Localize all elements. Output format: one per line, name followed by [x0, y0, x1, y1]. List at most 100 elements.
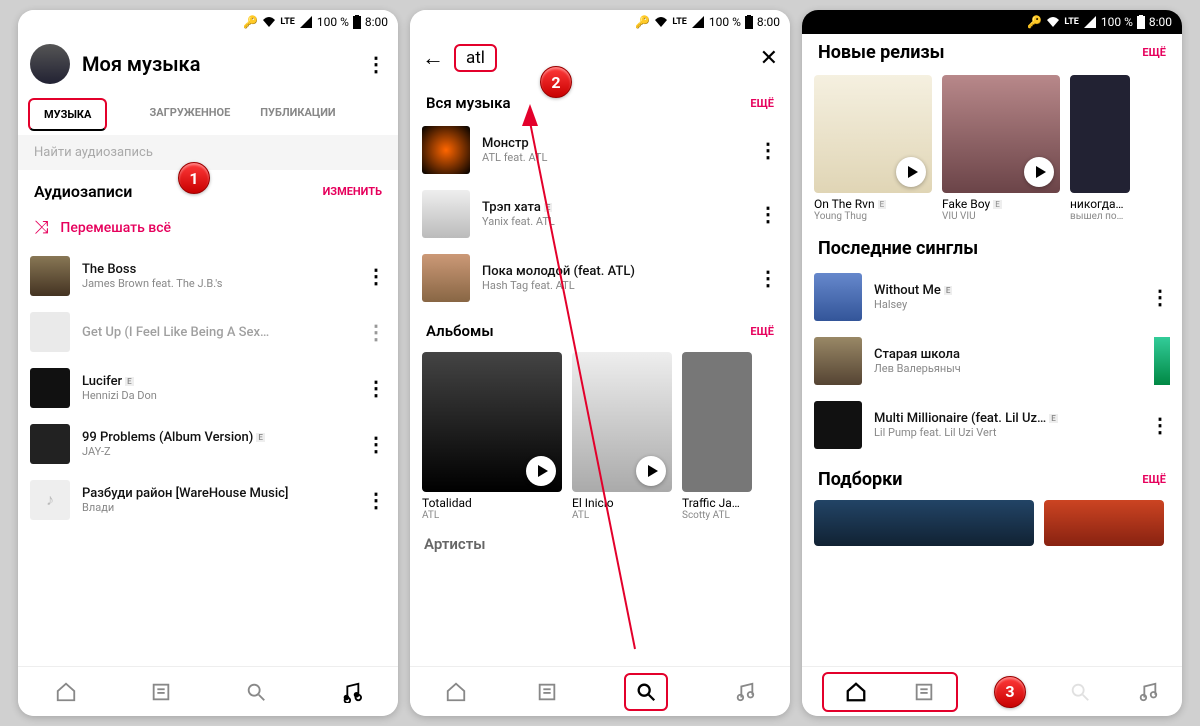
- release-artist: VIU VIU: [942, 211, 1060, 222]
- track-more-icon[interactable]: ⋮: [366, 432, 386, 456]
- shuffle-label: Перемешать всё: [60, 220, 171, 236]
- battery-label: 100 %: [317, 15, 349, 29]
- track-art: [814, 401, 862, 449]
- track-row[interactable]: 99 Problems (Album Version)E JAY-Z ⋮: [18, 416, 398, 472]
- section-audio: Аудиозаписи: [34, 182, 132, 201]
- tab-posts[interactable]: ПУБЛИКАЦИИ: [252, 98, 343, 131]
- pick-card[interactable]: [1044, 500, 1164, 546]
- section-singles: Последние синглы: [818, 238, 978, 259]
- track-row[interactable]: Трэп хатаEYanix feat. ATL ⋮: [410, 182, 790, 246]
- tab-downloaded[interactable]: ЗАГРУЖЕННОЕ: [141, 98, 238, 131]
- more-link[interactable]: ЕЩЁ: [750, 325, 774, 338]
- nav-search-icon[interactable]: [242, 678, 270, 706]
- screen-3: 🔑 LTE 100 % 8:00 Новые релизы ЕЩЁ On The…: [802, 10, 1182, 716]
- nav-playlist-icon[interactable]: [147, 678, 175, 706]
- avatar[interactable]: [30, 44, 70, 84]
- track-row[interactable]: Multi Millionaire (feat. Lil Uz…ELil Pum…: [802, 393, 1182, 457]
- track-art: [814, 337, 862, 385]
- signal-icon: [691, 16, 705, 28]
- play-icon[interactable]: [1024, 157, 1054, 187]
- album-artist: Scotty ATL: [682, 510, 752, 521]
- track-artist: James Brown feat. The J.B.'s: [82, 277, 354, 290]
- track-artist: Hennizi Da Don: [82, 389, 354, 402]
- search-input[interactable]: Найти аудиозапись: [18, 135, 398, 170]
- album-card[interactable]: El Inicio ATL: [572, 352, 672, 521]
- track-art: [422, 126, 470, 174]
- album-card[interactable]: Traffic Ja… Scotty ATL: [682, 352, 752, 521]
- back-icon[interactable]: ←: [422, 45, 444, 71]
- nav-music-icon[interactable]: [731, 678, 759, 706]
- bottom-nav: 3: [802, 666, 1182, 716]
- track-more-icon[interactable]: ⋮: [758, 202, 778, 226]
- release-card[interactable]: Fake BoyE VIU VIU: [942, 75, 1060, 222]
- track-more-icon[interactable]: ⋮: [1150, 413, 1170, 437]
- nav-home-icon[interactable]: [52, 678, 80, 706]
- bottom-nav: [410, 666, 790, 716]
- signal-icon: [299, 16, 313, 28]
- track-more-icon[interactable]: ⋮: [366, 264, 386, 288]
- track-row[interactable]: ♪ Разбуди район [WareHouse Music] Влади …: [18, 472, 398, 528]
- track-artist: Lil Pump feat. Lil Uzi Vert: [874, 426, 1138, 439]
- nav-playlist-icon[interactable]: [533, 678, 561, 706]
- play-icon[interactable]: [526, 456, 556, 486]
- track-title: Without MeE: [874, 283, 1138, 298]
- status-bar: 🔑 LTE 100 % 8:00: [18, 10, 398, 34]
- key-icon: 🔑: [635, 15, 650, 29]
- track-row[interactable]: Старая школаЛев Валерьяныч: [802, 329, 1182, 393]
- album-card[interactable]: Totalidad ATL: [422, 352, 562, 521]
- track-more-icon[interactable]: ⋮: [1150, 285, 1170, 309]
- network-label: LTE: [1064, 17, 1079, 27]
- shuffle-button[interactable]: ⤨ Перемешать всё: [18, 207, 398, 248]
- track-more-icon[interactable]: ⋮: [758, 266, 778, 290]
- track-more-icon[interactable]: ⋮: [366, 320, 386, 344]
- track-row[interactable]: The Boss James Brown feat. The J.B.'s ⋮: [18, 248, 398, 304]
- nav-music-icon[interactable]: [337, 678, 365, 706]
- nav-music-icon[interactable]: [1134, 678, 1162, 706]
- track-row[interactable]: Пока молодой (feat. ATL)Hash Tag feat. A…: [410, 246, 790, 310]
- more-link[interactable]: ЕЩЁ: [1142, 473, 1166, 486]
- more-icon[interactable]: ⋮: [366, 52, 386, 76]
- track-sidebar: [1154, 337, 1170, 385]
- header: Моя музыка ⋮: [18, 34, 398, 94]
- more-link[interactable]: ЕЩЁ: [750, 97, 774, 110]
- nav-home-icon[interactable]: [442, 678, 470, 706]
- nav-playlist-icon[interactable]: [910, 678, 938, 706]
- section-artists: Артисты: [410, 527, 790, 561]
- more-link[interactable]: ЕЩЁ: [1142, 46, 1166, 59]
- edit-link[interactable]: ИЗМЕНИТЬ: [323, 185, 382, 198]
- track-title: Монстр: [482, 136, 746, 151]
- step-badge-1: 1: [178, 162, 210, 194]
- section-picks: Подборки: [818, 469, 902, 490]
- search-header: ← atl ✕: [410, 34, 790, 82]
- nav-search-icon[interactable]: [624, 673, 668, 711]
- track-art: ♪: [30, 480, 70, 520]
- time-label: 8:00: [757, 15, 780, 29]
- release-card[interactable]: On The RvnE Young Thug: [814, 75, 932, 222]
- play-icon[interactable]: [636, 456, 666, 486]
- track-row[interactable]: Get Up (I Feel Like Being A Sex… ⋮: [18, 304, 398, 360]
- screen-2: 🔑 LTE 100 % 8:00 ← atl ✕ 2 Вся музыка ЕЩ…: [410, 10, 790, 716]
- play-icon[interactable]: [896, 157, 926, 187]
- time-label: 8:00: [365, 15, 388, 29]
- track-row[interactable]: Without MeEHalsey ⋮: [802, 265, 1182, 329]
- track-more-icon[interactable]: ⋮: [758, 138, 778, 162]
- nav-home-icon[interactable]: [842, 678, 870, 706]
- release-title: Fake BoyE: [942, 197, 1060, 211]
- tab-music[interactable]: МУЗЫКА: [28, 98, 107, 131]
- release-card[interactable]: никогда… вышел по…: [1070, 75, 1130, 222]
- nav-highlight-group: [822, 672, 958, 712]
- wifi-icon: [1046, 16, 1060, 28]
- track-more-icon[interactable]: ⋮: [366, 488, 386, 512]
- shuffle-icon: ⤨: [34, 217, 48, 238]
- track-more-icon[interactable]: ⋮: [366, 376, 386, 400]
- track-row[interactable]: LuciferE Hennizi Da Don ⋮: [18, 360, 398, 416]
- nav-search-icon[interactable]: [1066, 678, 1094, 706]
- track-row[interactable]: МонстрATL feat. ATL ⋮: [410, 118, 790, 182]
- close-icon[interactable]: ✕: [760, 46, 778, 71]
- track-artist: Halsey: [874, 298, 1138, 311]
- release-artist: вышел по…: [1070, 211, 1130, 222]
- key-icon: 🔑: [1027, 15, 1042, 29]
- search-input[interactable]: atl: [454, 44, 750, 72]
- album-artist: ATL: [422, 510, 562, 521]
- pick-card[interactable]: [814, 500, 1034, 546]
